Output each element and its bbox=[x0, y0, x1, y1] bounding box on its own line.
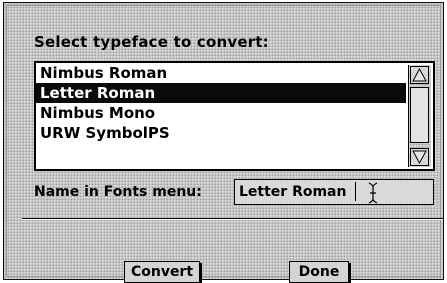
done-button[interactable]: Done bbox=[289, 261, 349, 283]
ibeam-cursor-icon bbox=[368, 182, 378, 204]
scroll-down-button[interactable] bbox=[410, 148, 429, 166]
dialog-separator bbox=[22, 218, 443, 220]
text-caret bbox=[355, 182, 356, 201]
scroll-thumb[interactable] bbox=[410, 87, 429, 143]
convert-typeface-dialog: Select typeface to convert: Nimbus Roman… bbox=[3, 2, 444, 283]
font-menu-name-value: Letter Roman bbox=[239, 184, 347, 200]
name-in-fonts-menu-label: Name in Fonts menu: bbox=[34, 184, 202, 200]
typeface-item-urw-symbolps[interactable]: URW SymbolPS bbox=[36, 123, 406, 143]
dialog-heading: Select typeface to convert: bbox=[34, 33, 269, 51]
font-menu-name-input[interactable]: Letter Roman bbox=[234, 179, 434, 205]
triangle-down-icon bbox=[412, 150, 427, 165]
triangle-up-icon bbox=[412, 67, 427, 82]
typeface-item-nimbus-mono[interactable]: Nimbus Mono bbox=[36, 103, 406, 123]
scroll-up-button[interactable] bbox=[410, 66, 429, 84]
typeface-item-letter-roman[interactable]: Letter Roman bbox=[36, 83, 406, 103]
typeface-list: Nimbus Roman Letter Roman Nimbus Mono UR… bbox=[36, 63, 406, 169]
typeface-listbox[interactable]: Nimbus Roman Letter Roman Nimbus Mono UR… bbox=[34, 61, 435, 171]
typeface-item-nimbus-roman[interactable]: Nimbus Roman bbox=[36, 63, 406, 83]
list-scrollbar[interactable] bbox=[408, 65, 431, 167]
convert-button[interactable]: Convert bbox=[124, 261, 200, 283]
